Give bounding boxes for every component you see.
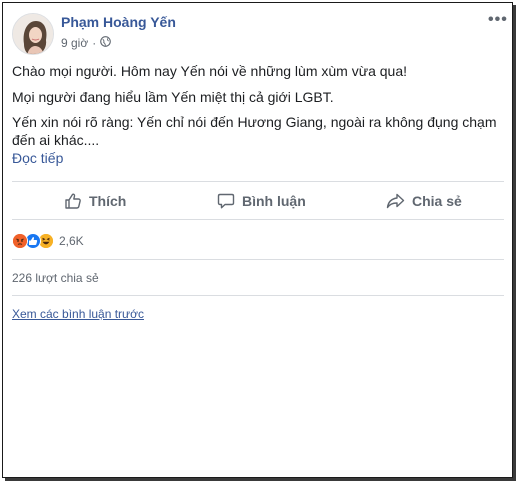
more-options-icon[interactable]: ••• — [488, 11, 508, 29]
share-count[interactable]: 226 lượt chia sẻ — [12, 271, 99, 285]
like-button[interactable]: Thích — [64, 182, 126, 220]
reaction-summary[interactable]: 2,6K — [12, 231, 84, 251]
share-button[interactable]: Chia sẻ — [386, 182, 462, 220]
card-shadow-bottom — [5, 478, 516, 481]
like-label: Thích — [89, 193, 127, 209]
post-text-line: Yến xin nói rõ ràng: Yến chỉ nói đến Hươ… — [12, 114, 497, 130]
read-more-link[interactable]: Đọc tiếp — [12, 150, 63, 166]
view-previous-comments-link[interactable]: Xem các bình luận trước — [12, 307, 144, 321]
comment-button[interactable]: Bình luận — [217, 182, 306, 220]
card-shadow-right — [513, 5, 516, 481]
author-name[interactable]: Phạm Hoàng Yến — [61, 14, 176, 30]
post-text-line: đến ai khác.... — [12, 132, 100, 148]
avatar[interactable] — [12, 13, 54, 55]
share-icon — [386, 193, 405, 209]
reaction-count: 2,6K — [59, 234, 84, 248]
comment-label: Bình luận — [242, 193, 306, 209]
share-label: Chia sẻ — [412, 193, 462, 209]
angry-icon — [12, 233, 28, 249]
divider — [12, 259, 504, 260]
post-time[interactable]: 9 giờ — [61, 36, 88, 50]
thumbs-up-icon — [65, 193, 81, 209]
post-text-line: Mọi người đang hiểu lầm Yến miệt thị cả … — [12, 89, 334, 105]
post-text-line: Chào mọi người. Hôm nay Yến nói về những… — [12, 63, 408, 79]
globe-icon[interactable] — [100, 36, 112, 50]
post-meta: 9 giờ · — [61, 36, 112, 50]
comment-icon — [217, 193, 235, 209]
divider — [12, 295, 504, 296]
avatar-image — [13, 14, 53, 54]
divider — [12, 219, 504, 220]
action-bar: Thích Bình luận Chia sẻ — [12, 182, 504, 220]
